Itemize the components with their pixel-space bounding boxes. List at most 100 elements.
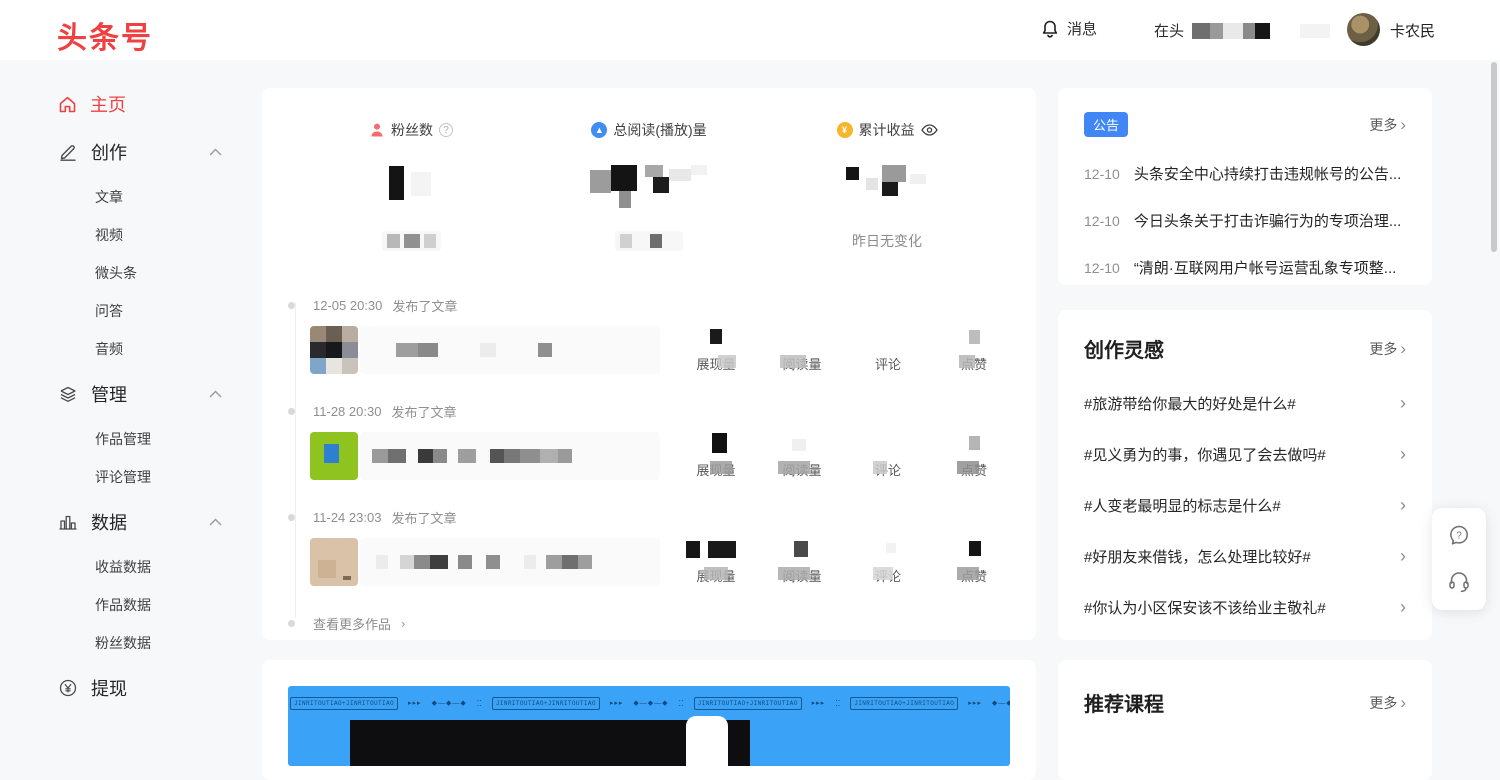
- work-stat-likes: 点赞: [942, 327, 1006, 373]
- sidebar-item-label: 粉丝数据: [95, 633, 151, 653]
- courses-title: 推荐课程: [1084, 688, 1164, 717]
- work-stat-comments: 评论: [856, 539, 920, 585]
- messages-label: 消息: [1067, 18, 1097, 39]
- timeline-time: 11-24 23:03: [313, 510, 381, 525]
- topic-item[interactable]: #人变老最明显的标志是什么# ›: [1084, 495, 1406, 516]
- topic-item[interactable]: #旅游带给你最大的好处是什么# ›: [1084, 393, 1406, 414]
- timeline-work-row[interactable]: 展现量 阅读量 评论 点赞: [310, 538, 1036, 586]
- work-stat-comments: 评论: [856, 327, 920, 373]
- redacted-reads-sub: [615, 230, 683, 252]
- sidebar-group-label: 数据: [91, 509, 127, 535]
- announcements-more-link[interactable]: 更多 ›: [1369, 115, 1406, 135]
- sidebar-group-create[interactable]: 创作: [0, 126, 262, 178]
- topic-label: #见义勇为的事，你遇见了会去做吗#: [1084, 444, 1326, 465]
- inspiration-more-link[interactable]: 更多 ›: [1369, 339, 1406, 359]
- sidebar-group-withdraw[interactable]: 提现: [0, 662, 262, 714]
- promo-banner[interactable]: JINRITOUTIAO+JINRITOUTIAO▸▸▸◆—◆—◆⁚⁚ JINR…: [288, 686, 1010, 766]
- chevron-up-icon: [209, 148, 222, 156]
- sidebar-item-articles[interactable]: 文章: [0, 178, 262, 216]
- sidebar-group-manage[interactable]: 管理: [0, 368, 262, 420]
- timeline-time: 11-28 20:30: [313, 404, 381, 419]
- eye-icon[interactable]: [921, 124, 938, 136]
- chevron-right-icon: ›: [1400, 546, 1406, 567]
- announcement-item[interactable]: 12-10 “清朗·互联网用户帐号运营乱象专项整...: [1084, 257, 1406, 278]
- sidebar-group-label: 管理: [91, 381, 127, 407]
- timeline-work-row[interactable]: 展现量 阅读量 评论 点赞: [310, 326, 1036, 374]
- timeline-line: [295, 302, 296, 618]
- work-thumbnail: [310, 538, 358, 586]
- stat-label: 累计收益: [859, 120, 915, 140]
- view-more-works-link[interactable]: 查看更多作品 ›: [288, 614, 1036, 633]
- sidebar-item-microblog[interactable]: 微头条: [0, 254, 262, 292]
- announcement-title: 头条安全中心持续打击违规帐号的公告...: [1134, 163, 1402, 184]
- timeline-time: 12-05 20:30: [313, 298, 382, 313]
- work-stat-reads: 阅读量: [770, 327, 834, 373]
- work-stat-impressions: 展现量: [684, 433, 748, 479]
- dashboard-main-card: 粉丝数 ? ▲ 总阅读(播放)量: [262, 88, 1036, 640]
- topic-label: #人变老最明显的标志是什么#: [1084, 495, 1281, 516]
- courses-more-link[interactable]: 更多 ›: [1369, 693, 1406, 713]
- stats-row: 粉丝数 ? ▲ 总阅读(播放)量: [262, 88, 1036, 288]
- banner-pattern: JINRITOUTIAO+JINRITOUTIAO▸▸▸◆—◆—◆⁚⁚ JINR…: [288, 692, 1010, 714]
- announcement-item[interactable]: 12-10 头条安全中心持续打击违规帐号的公告...: [1084, 163, 1406, 184]
- sidebar-item-videos[interactable]: 视频: [0, 216, 262, 254]
- page-scrollbar[interactable]: [1491, 62, 1497, 252]
- chevron-up-icon: [209, 518, 222, 526]
- chevron-right-icon: ›: [1400, 597, 1406, 618]
- sidebar-item-audio[interactable]: 音频: [0, 330, 262, 368]
- topic-label: #好朋友来借钱，怎么处理比较好#: [1084, 546, 1311, 567]
- announcement-item[interactable]: 12-10 今日头条关于打击诈骗行为的专项治理...: [1084, 210, 1406, 231]
- sidebar-item-works-data[interactable]: 作品数据: [0, 586, 262, 624]
- faq-button[interactable]: ?: [1442, 519, 1476, 553]
- work-stat-label: 展现量: [696, 354, 735, 373]
- help-icon[interactable]: ?: [439, 123, 453, 137]
- work-stat-label: 阅读量: [782, 566, 821, 585]
- redacted-presence-tail: [1300, 24, 1330, 38]
- sidebar-item-label: 评论管理: [95, 467, 151, 487]
- topic-label: #你认为小区保安该不该给业主敬礼#: [1084, 597, 1326, 618]
- timeline-entry-header: 11-28 20:30 发布了文章: [288, 402, 1036, 420]
- topic-item[interactable]: #好朋友来借钱，怎么处理比较好# ›: [1084, 546, 1406, 567]
- sidebar-item-qa[interactable]: 问答: [0, 292, 262, 330]
- work-stat-label: 点赞: [961, 460, 987, 479]
- sidebar-item-income-data[interactable]: 收益数据: [0, 548, 262, 586]
- timeline-dot: [288, 302, 295, 309]
- presence-text: 在头: [1154, 20, 1330, 41]
- sidebar-item-works-manage[interactable]: 作品管理: [0, 420, 262, 458]
- work-stat-comments: 评论: [856, 433, 920, 479]
- work-stat-label: 展现量: [696, 566, 735, 585]
- announcement-badge: 公告: [1084, 112, 1128, 137]
- username[interactable]: 卡农民: [1390, 20, 1435, 41]
- timeline-entry-header: 11-24 23:03 发布了文章: [288, 508, 1036, 526]
- work-stat-impressions: 展现量: [684, 327, 748, 373]
- redacted-income-value: [846, 162, 928, 208]
- sidebar-group-data[interactable]: 数据: [0, 496, 262, 548]
- chevron-right-icon: ›: [1400, 393, 1406, 414]
- person-icon: [369, 122, 385, 138]
- sidebar-item-label: 问答: [95, 301, 123, 321]
- customer-service-button[interactable]: [1442, 565, 1476, 599]
- user-avatar[interactable]: [1347, 13, 1380, 46]
- work-stats: 展现量 阅读量 评论 点赞: [684, 327, 1006, 373]
- announcement-date: 12-10: [1084, 213, 1120, 229]
- income-note: 昨日无变化: [852, 231, 922, 251]
- sidebar-item-home[interactable]: 主页: [0, 82, 262, 126]
- redacted-presence-mosaic: [1192, 23, 1270, 39]
- sidebar-item-comments-manage[interactable]: 评论管理: [0, 458, 262, 496]
- app-logo[interactable]: 头条号: [57, 13, 153, 57]
- timeline-work-row[interactable]: 展现量 阅读量 评论 点赞: [310, 432, 1036, 480]
- messages-button[interactable]: 消息: [1040, 18, 1097, 39]
- sidebar-item-fans-data[interactable]: 粉丝数据: [0, 624, 262, 662]
- bell-icon: [1040, 19, 1060, 39]
- topic-item[interactable]: #见义勇为的事，你遇见了会去做吗# ›: [1084, 444, 1406, 465]
- timeline: 12-05 20:30 发布了文章 展现量: [262, 288, 1036, 633]
- stat-label: 粉丝数: [391, 120, 433, 140]
- sidebar-item-label: 作品数据: [95, 595, 151, 615]
- chevron-right-icon: ›: [1400, 495, 1406, 516]
- chevron-right-icon: ›: [1400, 340, 1406, 357]
- banner-mascot: [686, 716, 728, 766]
- topic-item[interactable]: #你认为小区保安该不该给业主敬礼# ›: [1084, 597, 1406, 618]
- more-label: 更多: [1369, 115, 1397, 135]
- redacted-reads-value: [590, 162, 708, 208]
- timeline-dot: [288, 514, 295, 521]
